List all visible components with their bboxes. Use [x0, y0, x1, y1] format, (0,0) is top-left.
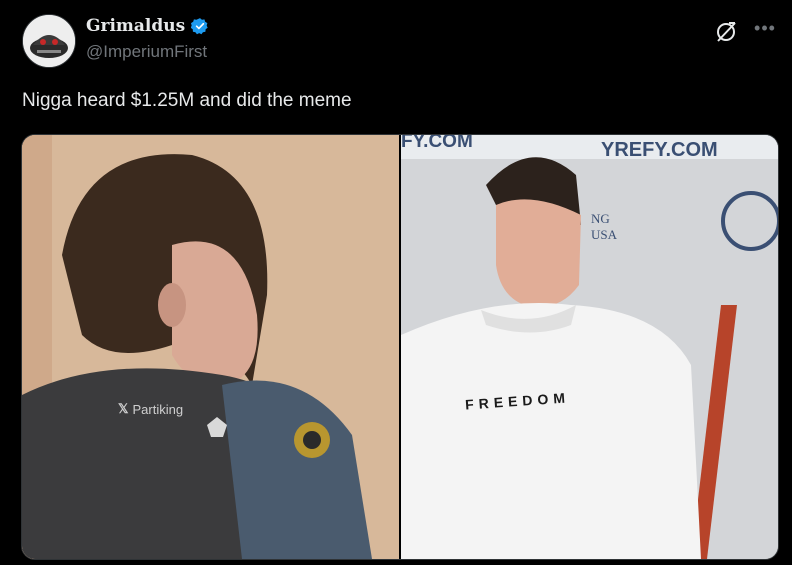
verified-badge-icon: [191, 18, 208, 35]
avatar[interactable]: [22, 14, 76, 68]
watermark: 𝕏 Partiking: [118, 401, 183, 417]
more-options-icon[interactable]: •••: [752, 18, 778, 44]
banner-side-text-2: USA: [591, 227, 618, 242]
author-row: Grimaldus: [86, 16, 209, 36]
author-handle[interactable]: @ImperiumFirst: [86, 42, 207, 62]
post-text: Nigga heard $1.25M and did the meme: [22, 90, 352, 111]
grok-icon[interactable]: [714, 20, 738, 44]
banner-side-text-1: NG: [591, 211, 610, 226]
author-name[interactable]: Grimaldus: [86, 16, 185, 36]
post-media[interactable]: 𝕏 Partiking FY.COM YREFY.COM NG USA FREE…: [21, 134, 779, 560]
media-image-left: 𝕏 Partiking: [22, 135, 399, 559]
media-image-right: FY.COM YREFY.COM NG USA FREEDOM: [401, 135, 778, 559]
x-logo-icon: 𝕏: [118, 401, 129, 416]
banner-text-right: YREFY.COM: [601, 139, 718, 161]
watermark-text: Partiking: [132, 401, 184, 417]
post-header: Grimaldus @ImperiumFirst •••: [22, 14, 782, 74]
banner-text-left: FY.COM: [401, 135, 473, 152]
